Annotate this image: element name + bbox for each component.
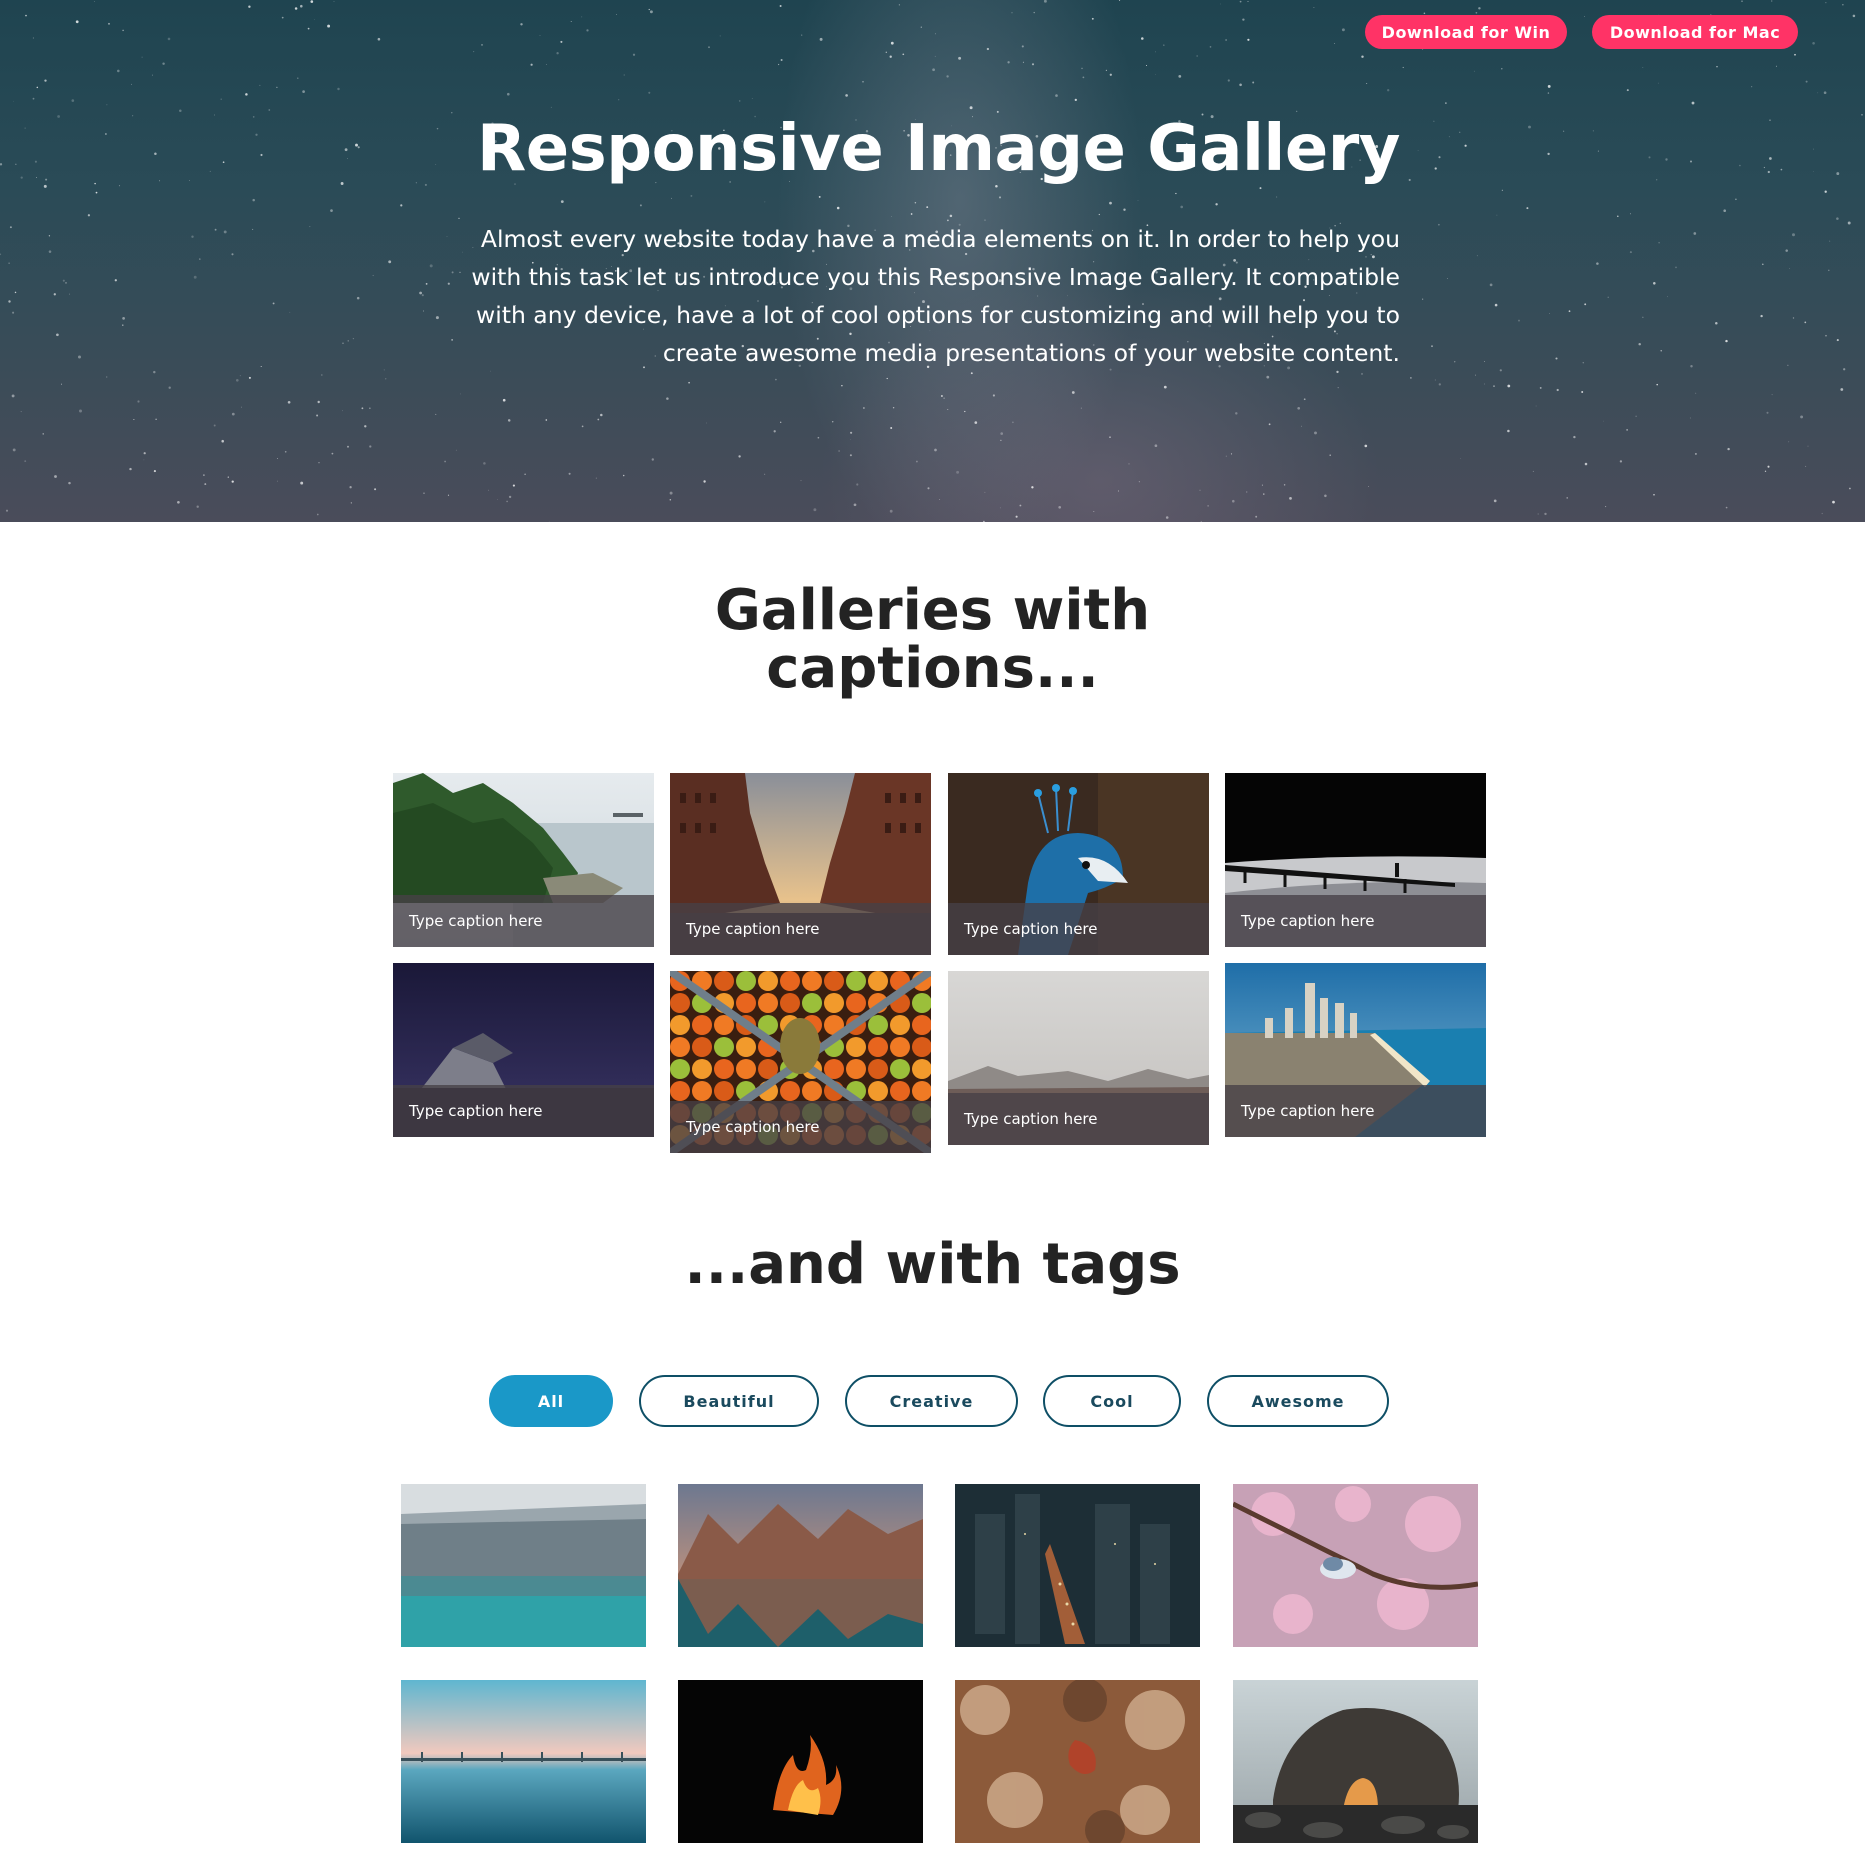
download-win-button[interactable]: Download for Win — [1365, 15, 1567, 49]
filter-cool[interactable]: Cool — [1043, 1375, 1181, 1427]
campfire-image — [678, 1680, 923, 1843]
gallery-item-peacock[interactable]: Type caption here — [948, 773, 1209, 955]
filter-creative[interactable]: Creative — [845, 1375, 1018, 1427]
filter-beautiful[interactable]: Beautiful — [639, 1375, 819, 1427]
page-title: Responsive Image Gallery — [476, 112, 1401, 186]
captions-title-line1: Galleries with — [714, 578, 1151, 643]
gallery-item-brick-buildings[interactable]: Type caption here — [670, 773, 931, 955]
tag-gallery-mountain-lake[interactable] — [678, 1484, 923, 1647]
gallery-item-coastal-city[interactable]: Type caption here — [1225, 963, 1486, 1137]
filter-all[interactable]: All — [489, 1375, 613, 1427]
gallery-caption: Type caption here — [948, 903, 1209, 955]
gallery-caption: Type caption here — [670, 903, 931, 955]
gallery-item-abandoned-house[interactable]: Type caption here — [393, 963, 654, 1137]
calm-sea-image — [401, 1680, 646, 1843]
city-night-image — [955, 1484, 1200, 1647]
gallery-caption: Type caption here — [1225, 1085, 1486, 1137]
gallery-caption: Type caption here — [948, 1093, 1209, 1145]
tag-gallery-city-night[interactable] — [955, 1484, 1200, 1647]
captions-title-line2: captions... — [766, 636, 1099, 701]
gallery-caption: Type caption here — [1225, 895, 1486, 947]
gallery-item-pier[interactable]: Type caption here — [1225, 773, 1486, 947]
hero-description: Almost every website today have a media … — [471, 225, 1400, 367]
tag-gallery-frosty-lake[interactable] — [401, 1484, 646, 1647]
rock-arch-image — [1233, 1680, 1478, 1843]
gallery-item-forest-coast[interactable]: Type caption here — [393, 773, 654, 947]
tag-gallery-autumn-leaf[interactable] — [955, 1680, 1200, 1843]
gallery-caption: Type caption here — [393, 1085, 654, 1137]
gallery-caption: Type caption here — [670, 1101, 931, 1153]
autumn-leaf-image — [955, 1680, 1200, 1843]
filter-awesome[interactable]: Awesome — [1207, 1375, 1389, 1427]
gallery-caption: Type caption here — [393, 895, 654, 947]
tag-gallery-campfire[interactable] — [678, 1680, 923, 1843]
gallery-item-fruit-crates[interactable]: Type caption here — [670, 971, 931, 1153]
hero-header: Download for Win Download for Mac Respon… — [0, 0, 1865, 522]
captions-section-title: Galleries with captions... — [0, 582, 1865, 698]
frosty-lake-image — [401, 1484, 646, 1647]
download-mac-button[interactable]: Download for Mac — [1592, 15, 1798, 49]
bird-blossom-image — [1233, 1484, 1478, 1647]
tag-gallery-rock-arch[interactable] — [1233, 1680, 1478, 1843]
tag-gallery-calm-sea[interactable] — [401, 1680, 646, 1843]
tag-gallery-bird-blossom[interactable] — [1233, 1484, 1478, 1647]
tags-section-title: ...and with tags — [684, 1232, 1181, 1297]
gallery-item-misty-mountains[interactable]: Type caption here — [948, 971, 1209, 1145]
mountain-lake-image — [678, 1484, 923, 1647]
